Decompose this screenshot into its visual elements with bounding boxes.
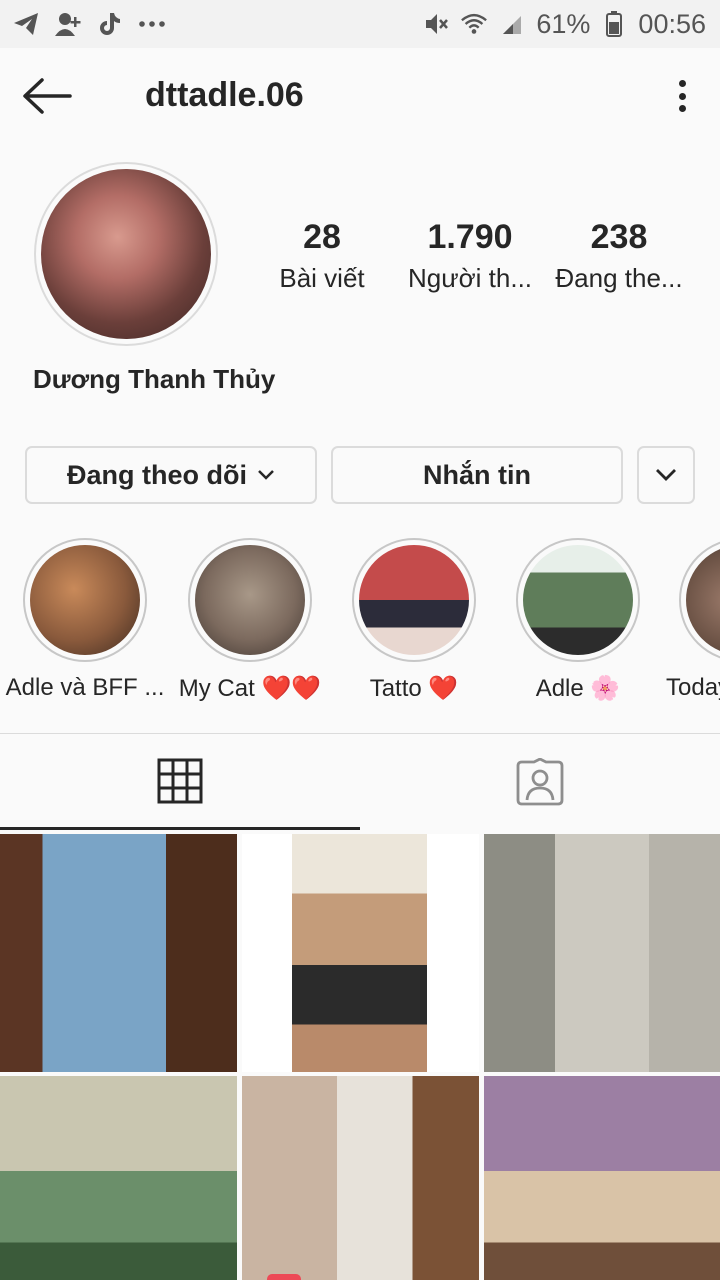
telegram-icon — [12, 10, 40, 38]
avatar[interactable] — [34, 162, 218, 346]
like-badge: 1 — [267, 1274, 301, 1280]
status-bar-right: 61% 00:56 — [422, 9, 706, 40]
chevron-down-icon — [258, 470, 274, 480]
back-arrow-icon — [23, 78, 72, 114]
highlight-cover — [195, 545, 305, 655]
display-name: Dương Thanh Thủy — [33, 364, 276, 394]
battery-icon — [600, 10, 628, 38]
stat-following[interactable]: 238 Đang the... — [550, 216, 688, 298]
highlight-item[interactable]: Tatto ❤️ — [329, 538, 499, 703]
highlight-item[interactable]: Today — [657, 538, 720, 702]
posts-grid: 1 — [0, 834, 720, 1280]
profile-tabs — [0, 733, 720, 831]
stat-posts-count: 28 — [303, 218, 341, 256]
highlight-cover — [686, 545, 720, 655]
more-notifications-icon — [138, 10, 166, 38]
add-contact-icon — [54, 10, 82, 38]
avatar-image — [41, 169, 211, 339]
highlight-label: Tatto ❤️ — [369, 675, 459, 702]
options-button[interactable] — [668, 76, 696, 116]
post-thumbnail[interactable] — [242, 834, 479, 1072]
highlight-item[interactable]: Adle 🌸 — [493, 538, 663, 703]
tab-tagged[interactable] — [360, 734, 720, 830]
post-thumbnail[interactable]: 1 — [242, 1076, 479, 1280]
highlight-cover — [523, 545, 633, 655]
highlight-label: Adle và BFF ... — [5, 674, 165, 701]
stat-posts-label: Bài viết — [279, 263, 365, 293]
highlight-label: Adle 🌸 — [535, 675, 621, 702]
highlight-label: Today — [666, 674, 720, 701]
chevron-down-icon — [656, 469, 676, 481]
message-button-label: Nhắn tin — [423, 459, 531, 490]
back-button[interactable] — [20, 76, 74, 116]
stat-following-count: 238 — [590, 218, 648, 256]
stat-following-label: Đang the... — [555, 263, 683, 293]
page-title: dttadle.06 — [145, 76, 304, 114]
story-highlights: Adle và BFF ... My Cat ❤️❤️ Tatto ❤️ Adl… — [0, 538, 720, 708]
following-button-label: Đang theo dõi — [67, 459, 247, 490]
highlight-cover — [359, 545, 469, 655]
stat-followers[interactable]: 1.790 Người th... — [400, 216, 540, 298]
clock: 00:56 — [638, 8, 706, 39]
tiktok-icon — [96, 10, 124, 38]
highlight-item[interactable]: Adle và BFF ... — [0, 538, 170, 702]
status-bar: 61% 00:56 — [0, 0, 720, 48]
more-vertical-icon — [678, 80, 686, 87]
tab-posts-grid[interactable] — [0, 734, 360, 830]
highlight-item[interactable]: My Cat ❤️❤️ — [165, 538, 335, 703]
highlight-cover — [30, 545, 140, 655]
following-button[interactable]: Đang theo dõi — [25, 446, 317, 504]
profile-header: dttadle.06 — [0, 48, 720, 144]
message-button[interactable]: Nhắn tin — [331, 446, 623, 504]
status-bar-left — [12, 10, 166, 38]
post-thumbnail[interactable] — [0, 1076, 237, 1280]
stat-posts[interactable]: 28 Bài viết — [262, 216, 382, 298]
suggested-users-button[interactable] — [637, 446, 695, 504]
stat-followers-label: Người th... — [407, 263, 533, 293]
signal-icon — [498, 10, 526, 38]
highlight-label: My Cat ❤️❤️ — [178, 675, 322, 702]
wifi-icon — [460, 10, 488, 38]
mute-icon — [422, 10, 450, 38]
tagged-person-icon — [516, 758, 564, 806]
grid-icon — [157, 758, 203, 803]
post-thumbnail[interactable] — [484, 834, 720, 1072]
post-thumbnail[interactable] — [0, 834, 237, 1072]
post-thumbnail[interactable] — [484, 1076, 720, 1280]
stat-followers-count: 1.790 — [427, 218, 513, 256]
battery-percent: 61% — [536, 8, 591, 39]
